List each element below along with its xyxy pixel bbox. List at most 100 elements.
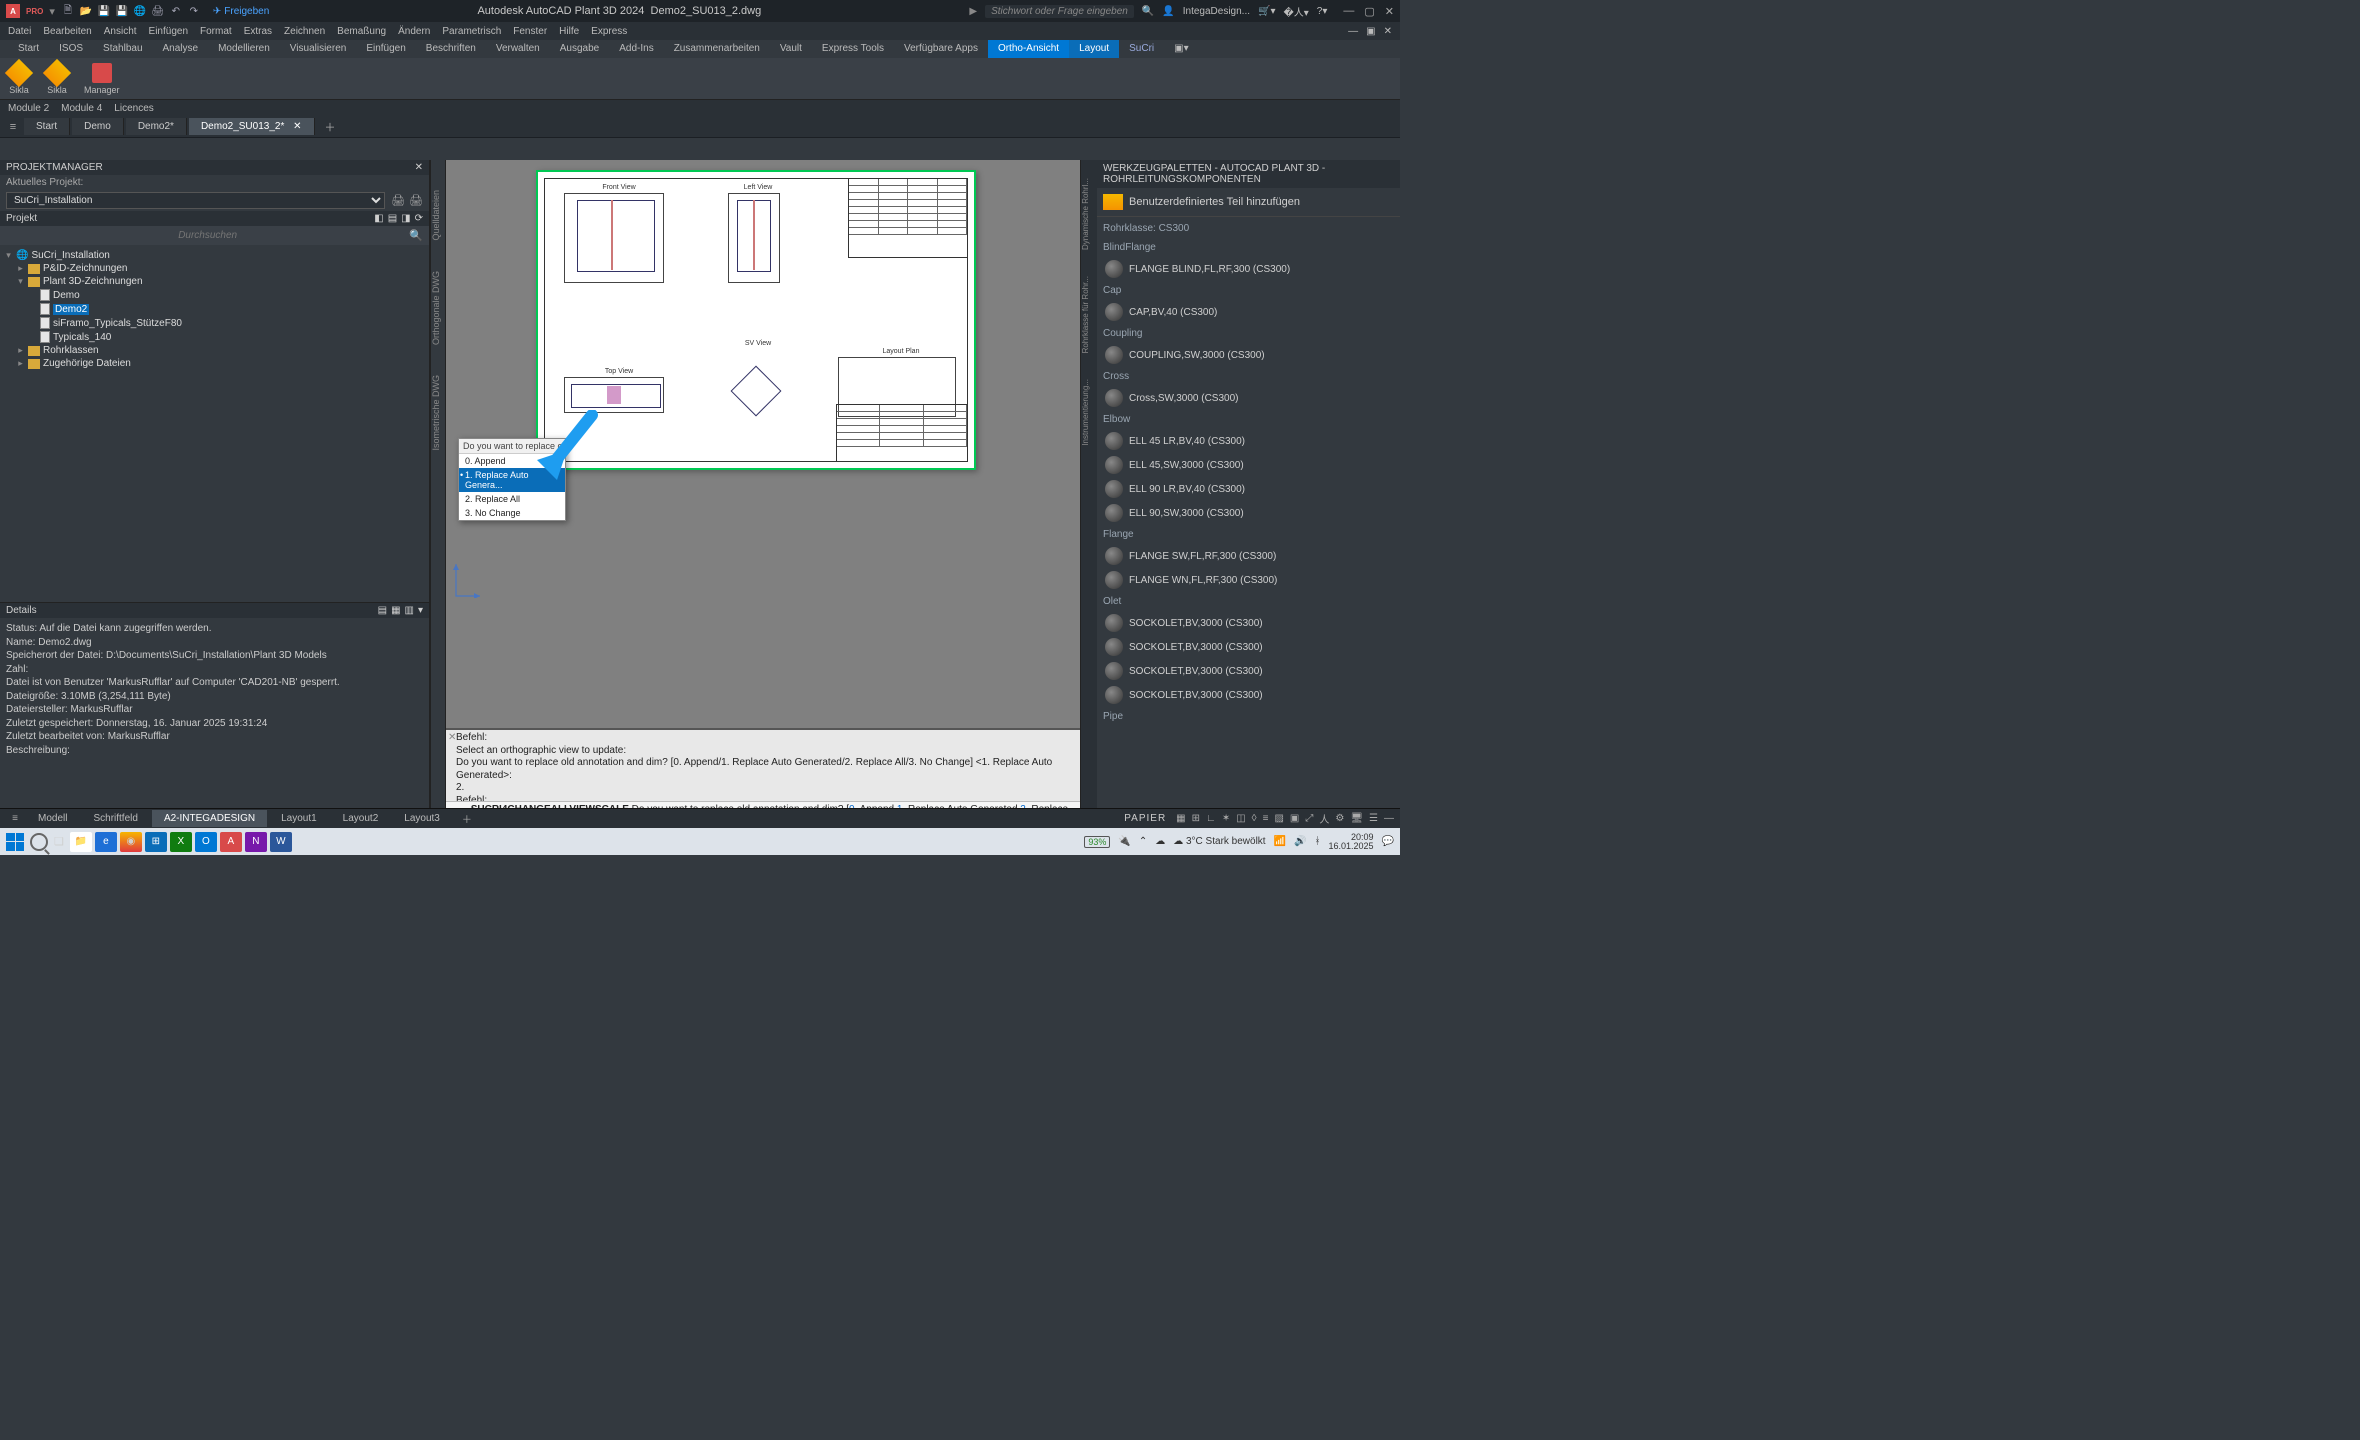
tab-verwalten[interactable]: Verwalten <box>486 40 550 58</box>
module-4[interactable]: Module 4 <box>61 103 102 114</box>
status-osnap-icon[interactable]: ◫ <box>1236 813 1245 824</box>
tray-network-icon[interactable]: 📶 <box>1274 836 1286 847</box>
pin-app1[interactable]: ⊞ <box>145 832 167 852</box>
drawing-area[interactable]: Front View Left View Top View SV View <box>446 160 1080 828</box>
tab-apps[interactable]: Verfügbare Apps <box>894 40 988 58</box>
tree-demo2[interactable]: Demo2 <box>53 304 89 315</box>
palette-item[interactable]: FLANGE WN,FL,RF,300 (CS300) <box>1101 568 1396 592</box>
tree-siframo[interactable]: siFramo_Typicals_StützeF80 <box>53 318 182 329</box>
vtab-orthodwg[interactable]: Orthogonale DWG <box>431 271 445 345</box>
doctab-demo2[interactable]: Demo2* <box>126 118 187 135</box>
doctab-add[interactable]: ＋ <box>317 116 344 138</box>
tab-start[interactable]: Start <box>8 40 49 58</box>
pm-project-select[interactable]: SuCri_Installation <box>6 192 385 209</box>
close-button[interactable]: ✕ <box>1385 5 1394 18</box>
tab-ausgabe[interactable]: Ausgabe <box>550 40 609 58</box>
pm-refresh-icon[interactable]: ⟳ <box>415 213 423 224</box>
status-units-icon[interactable]: ☰ <box>1369 813 1378 824</box>
pm-print2-icon[interactable]: 🖨 <box>409 194 423 207</box>
pm-search-input[interactable] <box>6 229 409 242</box>
view-front[interactable]: Front View <box>564 184 674 283</box>
qat-save-icon[interactable]: 💾 <box>97 4 111 18</box>
view-left[interactable]: Left View <box>728 184 788 283</box>
command-history[interactable]: Befehl: Select an orthographic view to u… <box>446 730 1080 801</box>
status-paper[interactable]: PAPIER <box>1124 813 1166 824</box>
layout-schriftfeld[interactable]: Schriftfeld <box>81 810 149 827</box>
status-3dosnap-icon[interactable]: ◊ <box>1252 813 1257 824</box>
doc-restore-icon[interactable]: ▣ <box>1366 26 1375 37</box>
menu-einfuegen[interactable]: Einfügen <box>149 26 188 37</box>
module-2[interactable]: Module 2 <box>8 103 49 114</box>
palette-item[interactable]: ELL 90,SW,3000 (CS300) <box>1101 501 1396 525</box>
help-search[interactable]: Stichwort oder Frage eingeben <box>985 5 1134 18</box>
menu-bearbeiten[interactable]: Bearbeiten <box>43 26 91 37</box>
tab-isos[interactable]: ISOS <box>49 40 93 58</box>
layout-a2[interactable]: A2-INTEGADESIGN <box>152 810 267 827</box>
title-chevron-icon[interactable]: ▶ <box>969 6 977 17</box>
palette-item[interactable]: FLANGE SW,FL,RF,300 (CS300) <box>1101 544 1396 568</box>
view-top[interactable]: Top View <box>564 368 674 413</box>
search-icon[interactable]: 🔍 <box>1142 6 1154 17</box>
tab-ortho[interactable]: Ortho-Ansicht <box>988 40 1069 58</box>
vtab-instrument[interactable]: Instrumentierung... <box>1081 379 1097 446</box>
palette-add-part[interactable]: Benutzerdefiniertes Teil hinzufügen <box>1097 188 1400 217</box>
ribbon-sikla-2[interactable]: Sikla <box>46 62 68 95</box>
palette-item[interactable]: SOCKOLET,BV,3000 (CS300) <box>1101 635 1396 659</box>
menu-fenster[interactable]: Fenster <box>513 26 547 37</box>
palette-item[interactable]: SOCKOLET,BV,3000 (CS300) <box>1101 683 1396 707</box>
battery-indicator[interactable]: 93% <box>1084 836 1110 848</box>
palette-item[interactable]: ELL 45 LR,BV,40 (CS300) <box>1101 429 1396 453</box>
status-monitor-icon[interactable]: 🖥 <box>1350 813 1363 824</box>
pin-outlook[interactable]: O <box>195 832 217 852</box>
doc-close-icon[interactable]: ✕ <box>1384 26 1392 37</box>
module-licences[interactable]: Licences <box>114 103 153 114</box>
pm-tree[interactable]: ▾🌐SuCri_Installation ▸P&ID-Zeichnungen ▾… <box>0 245 429 602</box>
vtab-quelldateien[interactable]: Quelldateien <box>431 190 445 241</box>
pm-tool1-icon[interactable]: ◧ <box>374 213 383 224</box>
tree-demo[interactable]: Demo <box>53 290 80 301</box>
maximize-button[interactable]: ▢ <box>1364 5 1374 18</box>
tab-vault[interactable]: Vault <box>770 40 812 58</box>
tab-extra-icon[interactable]: ▣▾ <box>1164 40 1198 58</box>
user-icon[interactable]: 👤 <box>1162 6 1174 17</box>
doc-minimize-icon[interactable]: — <box>1348 26 1358 37</box>
qat-web-icon[interactable]: 🌐 <box>133 4 147 18</box>
qat-plot-icon[interactable]: 🖨 <box>151 4 165 18</box>
pm-tool2-icon[interactable]: ▤ <box>388 213 397 224</box>
view-sv[interactable]: SV View <box>708 340 808 439</box>
menu-parametrisch[interactable]: Parametrisch <box>442 26 501 37</box>
pm-tool3-icon[interactable]: ◨ <box>401 213 410 224</box>
status-ws-icon[interactable]: ⚙ <box>1335 813 1344 824</box>
status-polar-icon[interactable]: ✶ <box>1222 813 1230 824</box>
qat-open-icon[interactable]: 📂 <box>79 4 93 18</box>
status-transparency-icon[interactable]: ▨ <box>1274 813 1283 824</box>
tab-sucri[interactable]: SuCri <box>1119 40 1164 58</box>
doctabs-menu-icon[interactable]: ≡ <box>4 121 22 133</box>
status-annoscale-icon[interactable]: 人 <box>1319 811 1329 826</box>
palette-item[interactable]: ELL 45,SW,3000 (CS300) <box>1101 453 1396 477</box>
user-name[interactable]: IntegaDesign... <box>1183 6 1250 17</box>
vtab-rohrklasse[interactable]: Rohrklasse für Rohr... <box>1081 276 1097 353</box>
layout-3[interactable]: Layout3 <box>392 810 452 827</box>
taskbar-search-icon[interactable] <box>30 833 48 851</box>
tab-visualisieren[interactable]: Visualisieren <box>280 40 357 58</box>
pin-chrome[interactable]: ◉ <box>120 832 142 852</box>
tree-root[interactable]: SuCri_Installation <box>31 250 109 261</box>
menu-extras[interactable]: Extras <box>244 26 272 37</box>
task-view-icon[interactable]: ❏ <box>54 835 64 848</box>
weather-widget[interactable]: ☁ 3°C Stark bewölkt <box>1173 836 1265 847</box>
qat-saveas-icon[interactable]: 💾 <box>115 4 129 18</box>
tray-bluetooth-icon[interactable]: ᚼ <box>1315 836 1321 847</box>
details-view3-icon[interactable]: ▥ <box>405 605 414 616</box>
tree-zugehoerig[interactable]: Zugehörige Dateien <box>43 358 131 369</box>
tray-notifications-icon[interactable]: 💬 <box>1382 836 1394 847</box>
tray-chevron-icon[interactable]: ⌃ <box>1139 836 1147 847</box>
palette-item[interactable]: ELL 90 LR,BV,40 (CS300) <box>1101 477 1396 501</box>
tree-typicals[interactable]: Typicals_140 <box>53 332 111 343</box>
doctab-close-icon[interactable]: ✕ <box>293 121 301 132</box>
palette-item[interactable]: SOCKOLET,BV,3000 (CS300) <box>1101 659 1396 683</box>
tray-cloud-icon[interactable]: ☁ <box>1155 836 1165 847</box>
status-sc-icon[interactable]: ⤢ <box>1305 813 1313 824</box>
pin-word[interactable]: W <box>270 832 292 852</box>
status-qp-icon[interactable]: ▣ <box>1290 813 1299 824</box>
